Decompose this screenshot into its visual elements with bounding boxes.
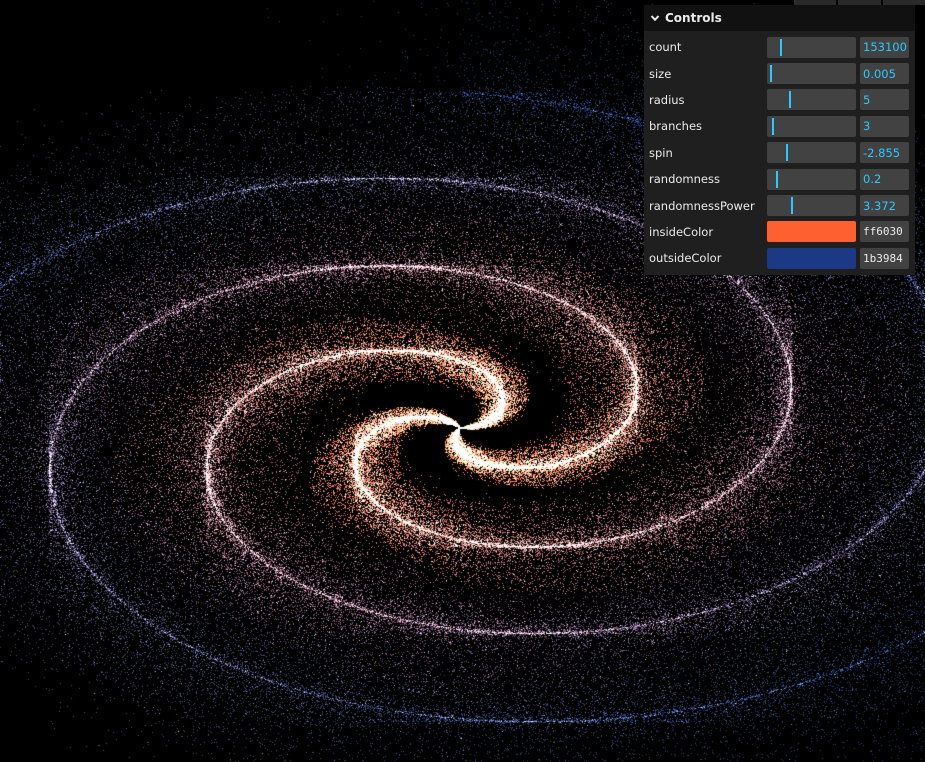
control-row-size: size 0.005 (649, 60, 911, 86)
control-row-spin: spin -2.855 (649, 140, 911, 166)
slider-handle[interactable] (775, 170, 778, 188)
control-label: count (649, 40, 682, 55)
control-label: randomnessPower (649, 198, 755, 213)
branches-input[interactable]: 3 (860, 115, 909, 137)
randomness-slider[interactable] (767, 168, 856, 190)
control-row-inside-color: insideColor ff6030 (649, 219, 911, 245)
size-input[interactable]: 0.005 (860, 63, 909, 85)
control-row-count: count 153100 (649, 34, 911, 60)
slider-handle[interactable] (785, 144, 788, 162)
control-label: spin (649, 145, 673, 160)
slider-handle[interactable] (769, 65, 772, 83)
inside-color-swatch[interactable] (767, 221, 856, 243)
control-label: size (649, 66, 672, 81)
randomness-power-slider[interactable] (767, 195, 856, 217)
spin-slider[interactable] (767, 142, 856, 164)
slider-handle[interactable] (789, 91, 792, 109)
control-label: radius (649, 92, 685, 107)
control-row-randomness-power: randomnessPower 3.372 (649, 192, 911, 218)
control-label: outsideColor (649, 251, 722, 266)
branches-slider[interactable] (767, 115, 856, 137)
control-row-radius: radius 5 (649, 87, 911, 113)
control-label: branches (649, 119, 703, 134)
control-label: insideColor (649, 224, 714, 239)
radius-input[interactable]: 5 (860, 89, 909, 111)
radius-slider[interactable] (767, 89, 856, 111)
controls-panel-header[interactable]: Controls (644, 5, 915, 31)
chevron-down-icon (650, 15, 660, 22)
randomness-input[interactable]: 0.2 (860, 168, 909, 190)
size-slider[interactable] (767, 63, 856, 85)
count-slider[interactable] (767, 36, 856, 58)
randomness-power-input[interactable]: 3.372 (860, 195, 909, 217)
slider-handle[interactable] (791, 197, 794, 215)
control-label: randomness (649, 172, 720, 187)
control-row-outside-color: outsideColor 1b3984 (649, 245, 911, 271)
slider-handle[interactable] (772, 117, 775, 135)
controls-list: count 153100 size 0.005 radius 5 branche… (644, 31, 915, 275)
controls-panel: Controls count 153100 size 0.005 radius … (644, 5, 915, 275)
outside-color-swatch[interactable] (767, 247, 856, 269)
slider-handle[interactable] (780, 38, 783, 56)
control-row-randomness: randomness 0.2 (649, 166, 911, 192)
count-input[interactable]: 153100 (860, 36, 909, 58)
outside-color-hex-input[interactable]: 1b3984 (860, 247, 909, 269)
spin-input[interactable]: -2.855 (860, 142, 909, 164)
control-row-branches: branches 3 (649, 113, 911, 139)
controls-panel-title: Controls (665, 11, 722, 25)
inside-color-hex-input[interactable]: ff6030 (860, 221, 909, 243)
